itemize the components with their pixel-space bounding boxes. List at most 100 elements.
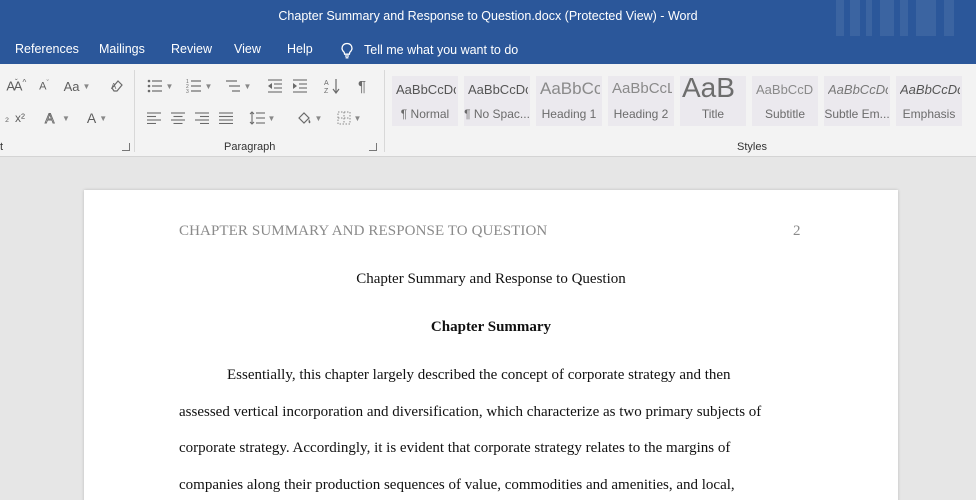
style-name: ¶ Normal bbox=[400, 107, 450, 121]
style-sample: AaBbCcL bbox=[612, 80, 672, 97]
paint-bucket-icon bbox=[297, 112, 310, 124]
ribbon-home: Aˇ A^ Aˇ Aa ▼ A ₂ x² A ▼ A ▼ t ▼ 1 2 3 ▼… bbox=[0, 64, 976, 157]
body-text-line: Essentially, this chapter largely descri… bbox=[227, 367, 731, 383]
tell-me-text: Tell me what you want to do bbox=[364, 43, 519, 57]
tab-view[interactable]: View bbox=[234, 42, 261, 56]
styles-group-label: Styles bbox=[737, 141, 767, 153]
change-case-button[interactable]: Aa ▼ bbox=[60, 76, 94, 96]
clear-formatting-button[interactable]: A bbox=[106, 76, 128, 96]
style-no-spacing[interactable]: AaBbCcDc ¶ No Spac... bbox=[464, 76, 530, 126]
superscript-button[interactable]: x² bbox=[10, 108, 30, 128]
styles-gallery: AaBbCcDc ¶ Normal AaBbCcDc ¶ No Spac... … bbox=[392, 72, 976, 134]
title-bar: Chapter Summary and Response to Question… bbox=[0, 0, 976, 36]
document-page[interactable]: CHAPTER SUMMARY AND RESPONSE TO QUESTION… bbox=[84, 190, 898, 500]
tab-mailings[interactable]: Mailings bbox=[99, 42, 145, 56]
multilevel-list-button[interactable]: ▼ bbox=[222, 76, 254, 96]
font-dialog-launcher[interactable] bbox=[122, 143, 130, 151]
change-case-label: Aa bbox=[63, 78, 80, 94]
body-text-line: assessed vertical incorporation and dive… bbox=[179, 404, 762, 420]
window-title: Chapter Summary and Response to Question… bbox=[278, 9, 698, 23]
style-normal[interactable]: AaBbCcDc ¶ Normal bbox=[392, 76, 458, 126]
subscript-icon: ₂ bbox=[4, 112, 10, 124]
chevron-down-icon: ▼ bbox=[99, 113, 108, 123]
decrease-indent-button[interactable] bbox=[265, 76, 285, 96]
running-head: CHAPTER SUMMARY AND RESPONSE TO QUESTION bbox=[179, 223, 548, 239]
svg-text:A: A bbox=[45, 110, 55, 126]
show-formatting-button[interactable]: ¶ bbox=[352, 76, 372, 96]
group-separator bbox=[384, 70, 385, 152]
shrink-font-button-2[interactable]: Aˇ bbox=[34, 76, 54, 96]
lightbulb-icon bbox=[341, 42, 353, 58]
style-heading-2[interactable]: AaBbCcL Heading 2 bbox=[608, 76, 674, 126]
style-sample: AaBbCcD bbox=[756, 82, 814, 97]
style-subtitle[interactable]: AaBbCcD Subtitle bbox=[752, 76, 818, 126]
tab-references[interactable]: References bbox=[15, 42, 79, 56]
align-center-icon bbox=[171, 112, 185, 124]
style-name: Heading 2 bbox=[613, 107, 669, 121]
text-effects-icon: A bbox=[45, 110, 56, 126]
style-sample: AaB bbox=[682, 72, 735, 103]
text-effects-button[interactable]: A ▼ bbox=[40, 108, 74, 128]
borders-icon bbox=[337, 111, 351, 125]
borders-button[interactable]: ▼ bbox=[332, 108, 366, 128]
align-right-icon bbox=[195, 112, 209, 124]
paragraph-dialog-launcher[interactable] bbox=[369, 143, 377, 151]
body-text-line: companies along their production sequenc… bbox=[179, 477, 735, 493]
pilcrow-icon: ¶ bbox=[357, 77, 367, 95]
align-center-button[interactable] bbox=[169, 108, 187, 128]
tell-me-search[interactable]: Tell me what you want to do bbox=[340, 40, 518, 60]
style-subtle-emphasis[interactable]: AaBbCcDc Subtle Em... bbox=[824, 76, 890, 126]
bullet-list-icon bbox=[147, 79, 162, 93]
bullets-button[interactable]: ▼ bbox=[145, 76, 175, 96]
shading-button[interactable]: ▼ bbox=[292, 108, 326, 128]
sort-button[interactable]: A Z bbox=[322, 76, 342, 96]
chevron-down-icon: ▼ bbox=[243, 81, 252, 91]
tab-help[interactable]: Help bbox=[287, 42, 313, 56]
justify-button[interactable] bbox=[217, 108, 235, 128]
body-text-line: corporate strategy. Accordingly, it is e… bbox=[179, 440, 731, 456]
svg-text:3: 3 bbox=[186, 89, 189, 93]
style-sample: AaBbCcDc bbox=[900, 82, 960, 97]
numbering-button[interactable]: 1 2 3 ▼ bbox=[184, 76, 214, 96]
chevron-down-icon: ▼ bbox=[165, 81, 174, 91]
grow-font-button[interactable]: A^ bbox=[9, 76, 31, 96]
font-color-button[interactable]: A ▼ bbox=[80, 108, 114, 128]
style-title[interactable]: AaB Title bbox=[680, 72, 746, 126]
increase-indent-icon bbox=[293, 79, 307, 93]
style-heading-1[interactable]: AaBbCc Heading 1 bbox=[536, 76, 602, 126]
font-size-increase-icon: A^ bbox=[13, 78, 27, 94]
style-name: Title bbox=[701, 107, 725, 121]
style-emphasis[interactable]: AaBbCcDc Emphasis bbox=[896, 76, 962, 126]
document-canvas[interactable]: CHAPTER SUMMARY AND RESPONSE TO QUESTION… bbox=[0, 158, 976, 500]
chevron-down-icon: ▼ bbox=[353, 113, 362, 123]
align-right-button[interactable] bbox=[193, 108, 211, 128]
style-name: ¶ No Spac... bbox=[464, 107, 530, 121]
sort-icon: A Z bbox=[324, 79, 340, 94]
chevron-down-icon: ▼ bbox=[314, 113, 323, 123]
line-spacing-icon bbox=[249, 111, 265, 125]
font-size-small-icon: Aˇ bbox=[39, 79, 49, 93]
svg-text:A: A bbox=[111, 82, 117, 91]
section-heading: Chapter Summary bbox=[430, 319, 552, 335]
chevron-down-icon: ▼ bbox=[267, 113, 276, 123]
group-separator bbox=[134, 70, 135, 152]
multilevel-list-icon bbox=[225, 80, 240, 92]
paragraph-group-label: Paragraph bbox=[224, 141, 276, 153]
style-sample: AaBbCcDc bbox=[828, 82, 888, 97]
style-name: Heading 1 bbox=[541, 107, 597, 121]
eraser-icon: A bbox=[111, 80, 123, 92]
document-title: Chapter Summary and Response to Question bbox=[356, 271, 626, 287]
align-left-button[interactable] bbox=[145, 108, 163, 128]
font-color-label: A bbox=[86, 110, 97, 126]
style-name: Subtle Em... bbox=[824, 107, 890, 121]
page-number: 2 bbox=[793, 223, 801, 239]
increase-indent-button[interactable] bbox=[290, 76, 310, 96]
font-group-label: t bbox=[0, 141, 4, 153]
tab-review[interactable]: Review bbox=[171, 42, 212, 56]
justify-icon bbox=[219, 112, 233, 124]
chevron-down-icon: ▼ bbox=[82, 81, 91, 91]
numbered-list-icon: 1 2 3 bbox=[186, 79, 201, 93]
line-spacing-button[interactable]: ▼ bbox=[246, 108, 278, 128]
svg-text:A: A bbox=[324, 80, 329, 87]
style-sample: AaBbCc bbox=[540, 79, 600, 98]
